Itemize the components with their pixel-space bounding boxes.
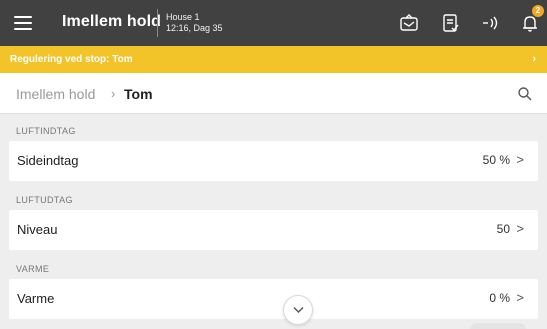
top-bar: Imellem hold House 1 12:16, Dag 35 2 <box>0 0 547 46</box>
row-value: 0 % <box>489 291 510 305</box>
row-value: 50 <box>496 222 510 236</box>
search-icon[interactable] <box>517 86 533 102</box>
breadcrumb-current: Tom <box>124 86 153 102</box>
row-value: 50 % <box>482 153 510 167</box>
checklist-icon[interactable] <box>440 12 462 34</box>
section-label-luftindtag: LUFTINDTAG <box>16 126 76 136</box>
toggle-switch[interactable] <box>470 323 526 329</box>
wireless-icon[interactable] <box>480 12 502 34</box>
breadcrumb-root[interactable]: Imellem hold <box>16 86 95 102</box>
chevron-right-icon: > <box>516 290 524 305</box>
list-item-niveau[interactable]: Niveau 50 > <box>9 210 538 250</box>
chevron-right-icon: > <box>516 221 524 236</box>
house-name: House 1 <box>166 12 200 22</box>
chevron-right-icon: > <box>516 152 524 167</box>
title-divider <box>157 9 158 37</box>
chevron-down-icon <box>293 307 304 313</box>
list-item-sideindtag[interactable]: Sideindtag 50 % > <box>9 141 538 181</box>
scroll-down-button[interactable] <box>283 295 313 325</box>
house-info[interactable]: House 1 12:16, Dag 35 <box>166 12 223 34</box>
breadcrumb-separator: › <box>111 86 116 101</box>
alert-text: Regulering ved stop: Tom <box>10 54 133 65</box>
notification-badge: 2 <box>532 5 544 17</box>
list-item-varme[interactable]: Varme 0 % > <box>9 279 538 319</box>
row-label: Niveau <box>17 222 58 237</box>
breadcrumb: Imellem hold › Tom <box>0 73 547 114</box>
row-label: Varme <box>17 291 55 306</box>
section-label-varme: VARME <box>16 264 50 274</box>
chevron-right-icon: › <box>532 53 536 65</box>
time-day: 12:16, Dag 35 <box>166 23 223 33</box>
page-title: Imellem hold <box>62 13 161 30</box>
alert-bar[interactable]: Regulering ved stop: Tom › <box>0 46 547 73</box>
menu-icon[interactable] <box>14 16 32 30</box>
section-label-luftudtag: LUFTUDTAG <box>16 195 73 205</box>
house-status-icon[interactable] <box>398 12 420 34</box>
row-label: Sideindtag <box>17 153 79 168</box>
